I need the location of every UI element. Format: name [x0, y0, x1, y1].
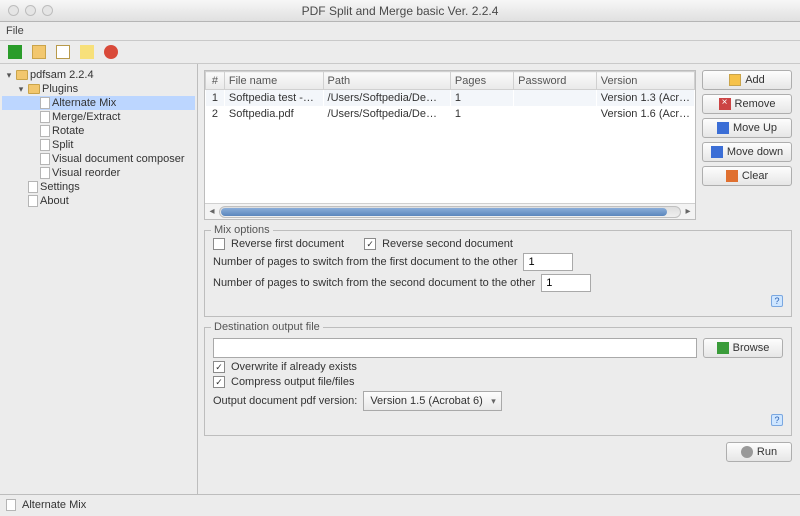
file-icon	[40, 97, 50, 109]
tree-about-label: About	[40, 195, 69, 207]
compress-checkbox[interactable]: ✓	[213, 376, 225, 388]
expander-icon[interactable]: ▾	[16, 84, 26, 95]
compress-label: Compress output file/files	[231, 376, 355, 388]
status-text: Alternate Mix	[22, 499, 86, 511]
help-icon[interactable]: ?	[771, 414, 783, 426]
switch2-label: Number of pages to switch from the secon…	[213, 277, 535, 289]
tree-item-label: Merge/Extract	[52, 111, 120, 123]
file-icon	[28, 195, 38, 207]
browse-icon	[717, 342, 729, 354]
arrow-up-icon	[717, 122, 729, 134]
col-ver[interactable]: Version	[596, 72, 694, 90]
scroll-left-icon[interactable]: ◂	[205, 206, 219, 217]
tree-item-visual-reorder[interactable]: Visual reorder	[2, 166, 195, 180]
sidebar-tree: ▾ pdfsam 2.2.4 ▾ Plugins Alternate Mix M…	[0, 64, 198, 494]
move-up-button[interactable]: Move Up	[702, 118, 792, 138]
version-select[interactable]: Version 1.5 (Acrobat 6)	[363, 391, 502, 411]
expander-icon[interactable]: ▾	[4, 70, 14, 81]
tree-item-label: Visual document composer	[52, 153, 184, 165]
col-path[interactable]: Path	[323, 72, 450, 90]
log-icon[interactable]	[56, 45, 70, 59]
tree-item-label: Rotate	[52, 125, 84, 137]
clear-icon	[726, 170, 738, 182]
files-table: # File name Path Pages Password Version …	[204, 70, 696, 220]
col-file[interactable]: File name	[224, 72, 323, 90]
tree-item-alternate-mix[interactable]: Alternate Mix	[2, 96, 195, 110]
scroll-right-icon[interactable]: ▸	[681, 206, 695, 217]
file-icon	[40, 125, 50, 137]
remove-icon: ×	[719, 98, 731, 110]
tree-plugins-label: Plugins	[42, 83, 78, 95]
tree-item-visual-composer[interactable]: Visual document composer	[2, 152, 195, 166]
exit-icon[interactable]	[104, 45, 118, 59]
overwrite-checkbox[interactable]: ✓	[213, 361, 225, 373]
window-title: PDF Split and Merge basic Ver. 2.2.4	[0, 4, 800, 18]
tree-item-label: Visual reorder	[52, 167, 120, 179]
reverse-second-label: Reverse second document	[382, 238, 513, 250]
add-button[interactable]: Add	[702, 70, 792, 90]
clear-button[interactable]: Clear	[702, 166, 792, 186]
tree-settings[interactable]: Settings	[2, 180, 195, 194]
remove-button[interactable]: ×Remove	[702, 94, 792, 114]
tree-root[interactable]: ▾ pdfsam 2.2.4	[2, 68, 195, 82]
tree-root-label: pdfsam 2.2.4	[30, 69, 94, 81]
menu-file[interactable]: File	[6, 25, 24, 37]
file-icon	[40, 167, 50, 179]
tree-settings-label: Settings	[40, 181, 80, 193]
switch1-input[interactable]	[523, 253, 573, 271]
file-icon	[40, 111, 50, 123]
help-icon[interactable]: ?	[771, 295, 783, 307]
reverse-second-checkbox[interactable]: ✓	[364, 238, 376, 250]
reverse-first-checkbox[interactable]	[213, 238, 225, 250]
tree-about[interactable]: About	[2, 194, 195, 208]
switch1-label: Number of pages to switch from the first…	[213, 256, 517, 268]
folder-icon[interactable]	[32, 45, 46, 59]
dest-path-input[interactable]	[213, 338, 697, 358]
folder-icon	[28, 84, 40, 94]
mix-options-section: Mix options Reverse first document ✓ Rev…	[204, 230, 792, 317]
table-row[interactable]: 2 Softpedia.pdf /Users/Softpedia/De… 1 V…	[206, 106, 695, 122]
mix-legend: Mix options	[211, 224, 273, 236]
version-label: Output document pdf version:	[213, 395, 357, 407]
save-icon[interactable]	[8, 45, 22, 59]
tree-item-split[interactable]: Split	[2, 138, 195, 152]
col-n[interactable]: #	[206, 72, 225, 90]
switch2-input[interactable]	[541, 274, 591, 292]
statusbar: Alternate Mix	[0, 494, 800, 514]
tree-item-rotate[interactable]: Rotate	[2, 124, 195, 138]
arrow-down-icon	[711, 146, 723, 158]
scroll-thumb[interactable]	[221, 208, 667, 216]
col-pwd[interactable]: Password	[514, 72, 597, 90]
edit-icon[interactable]	[80, 45, 94, 59]
file-icon	[28, 181, 38, 193]
browse-button[interactable]: Browse	[703, 338, 783, 358]
status-icon	[6, 499, 16, 511]
tree-item-merge-extract[interactable]: Merge/Extract	[2, 110, 195, 124]
folder-icon	[16, 70, 28, 80]
reverse-first-label: Reverse first document	[231, 238, 344, 250]
destination-section: Destination output file Browse ✓ Overwri…	[204, 327, 792, 436]
tree-plugins[interactable]: ▾ Plugins	[2, 82, 195, 96]
move-down-button[interactable]: Move down	[702, 142, 792, 162]
overwrite-label: Overwrite if already exists	[231, 361, 357, 373]
menubar: File	[0, 22, 800, 40]
hscrollbar[interactable]: ◂ ▸	[205, 203, 695, 219]
tree-item-label: Split	[52, 139, 73, 151]
titlebar: PDF Split and Merge basic Ver. 2.2.4	[0, 0, 800, 22]
col-pages[interactable]: Pages	[450, 72, 513, 90]
file-icon	[40, 139, 50, 151]
run-button[interactable]: Run	[726, 442, 792, 462]
toolbar	[0, 40, 800, 64]
table-row[interactable]: 1 Softpedia test -… /Users/Softpedia/De……	[206, 90, 695, 106]
add-icon	[729, 74, 741, 86]
dest-legend: Destination output file	[211, 321, 323, 333]
gear-icon	[741, 446, 753, 458]
file-icon	[40, 153, 50, 165]
tree-item-label: Alternate Mix	[52, 97, 116, 109]
